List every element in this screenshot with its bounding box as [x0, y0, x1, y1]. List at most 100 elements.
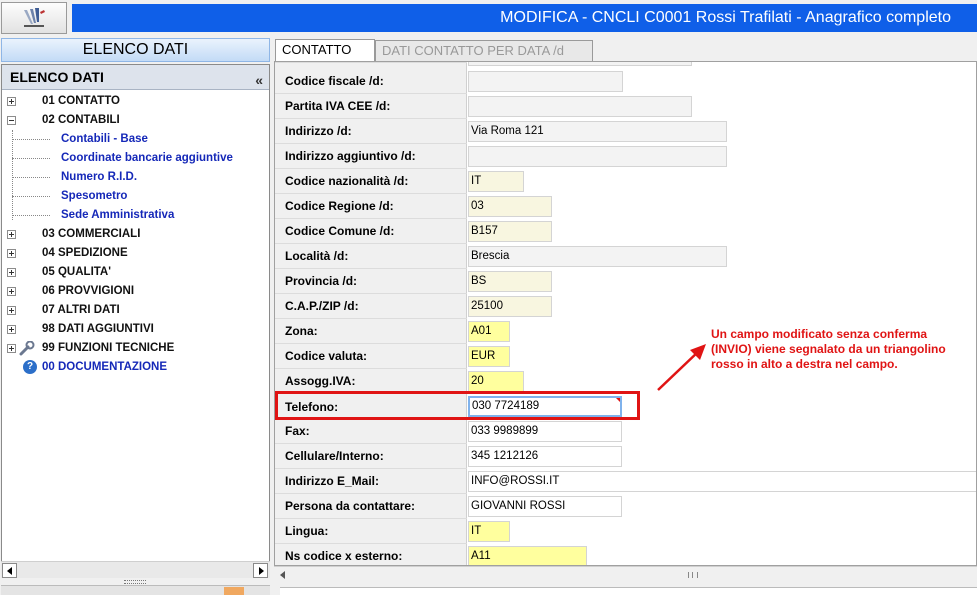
left-panel-header[interactable]: ELENCO DATI	[1, 38, 270, 62]
codice-nazionalita-field[interactable]: IT	[468, 171, 524, 192]
row-separator	[275, 518, 467, 519]
tree-item-label: 99 FUNZIONI TECNICHE	[42, 342, 175, 354]
tree-child-label: Coordinate bancarie aggiuntive	[61, 152, 233, 164]
arrow-left-icon	[7, 567, 12, 575]
field-label-indirizzo-aggiuntivo: Indirizzo aggiuntivo /d:	[285, 149, 416, 163]
tree-item-spedizione[interactable]: 04 SPEDIZIONE	[2, 244, 269, 263]
row-separator	[275, 293, 467, 294]
indirizzo-aggiuntivo-field[interactable]	[468, 146, 727, 167]
tree-item-qualita[interactable]: 05 QUALITA'	[2, 263, 269, 282]
provincia-field[interactable]: BS	[468, 271, 552, 292]
field-label-codice-regione: Codice Regione /d:	[285, 199, 394, 213]
row-separator	[275, 218, 467, 219]
app-logo-button[interactable]	[1, 2, 67, 34]
expand-icon[interactable]	[7, 97, 16, 106]
field-label-codice-valuta: Codice valuta:	[285, 349, 368, 363]
persona-contattare-field[interactable]: GIOVANNI ROSSI	[468, 496, 622, 517]
scroll-left-button[interactable]	[2, 563, 17, 578]
collapse-node-icon[interactable]	[7, 116, 16, 125]
field-label-provincia: Provincia /d:	[285, 274, 358, 288]
fax-field[interactable]: 033 9989899	[468, 421, 622, 442]
codice-comune-field[interactable]: B157	[468, 221, 552, 242]
tree-item-dati-aggiuntivi[interactable]: 98 DATI AGGIUNTIVI	[2, 320, 269, 339]
tree-item-label: 01 CONTATTO	[42, 95, 120, 107]
modified-indicator-icon	[615, 398, 620, 403]
assogg-iva-field[interactable]: 20	[468, 371, 524, 392]
tree-child-contabili-base[interactable]: Contabili - Base	[2, 130, 269, 149]
window-title: MODIFICA - CNCLI C0001 Rossi Trafilati -…	[72, 4, 977, 32]
codice-valuta-field[interactable]: EUR	[468, 346, 510, 367]
tree-child-numero-rid[interactable]: Numero R.I.D.	[2, 168, 269, 187]
tab-contatto[interactable]: CONTATTO	[275, 39, 375, 61]
tree-title-label: ELENCO DATI	[10, 69, 104, 85]
expand-icon[interactable]	[7, 230, 16, 239]
partita-iva-field[interactable]	[468, 96, 692, 117]
codice-regione-field[interactable]: 03	[468, 196, 552, 217]
indirizzo-field[interactable]: Via Roma 121	[468, 121, 727, 142]
row-separator	[275, 443, 467, 444]
arrow-right-icon	[259, 567, 264, 575]
tree-child-label: Contabili - Base	[61, 133, 148, 145]
tree-item-label: 98 DATI AGGIUNTIVI	[42, 323, 154, 335]
tree-item-funzioni-tecniche[interactable]: 99 FUNZIONI TECNICHE	[2, 339, 269, 358]
form-horizontal-scrollbar[interactable]	[274, 566, 977, 583]
expand-icon[interactable]	[7, 306, 16, 315]
app-logo-icon	[24, 8, 45, 27]
row-separator	[275, 118, 467, 119]
tree-item-label: 03 COMMERCIALI	[42, 228, 141, 240]
scrollbar-grip[interactable]	[688, 572, 698, 578]
lingua-field[interactable]: IT	[468, 521, 510, 542]
expand-icon[interactable]	[7, 268, 16, 277]
field-label-assogg-iva: Assogg.IVA:	[285, 374, 356, 388]
previous-field-box[interactable]	[468, 62, 692, 66]
splitter-grip[interactable]	[124, 580, 146, 584]
expand-icon[interactable]	[7, 287, 16, 296]
email-field[interactable]: INFO@ROSSI.IT	[468, 471, 976, 492]
expand-icon[interactable]	[7, 344, 16, 353]
tree-item-contatto[interactable]: 01 CONTATTO	[2, 92, 269, 111]
row-separator	[275, 268, 467, 269]
top-bar: MODIFICA - CNCLI C0001 Rossi Trafilati -…	[0, 0, 977, 36]
field-label-partita-iva: Partita IVA CEE /d:	[285, 99, 391, 113]
row-separator	[275, 493, 467, 494]
row-separator	[275, 62, 467, 63]
tree-item-commerciali[interactable]: 03 COMMERCIALI	[2, 225, 269, 244]
tree-title: ELENCO DATI «	[2, 65, 269, 90]
tree-child-sede-amministrativa[interactable]: Sede Amministrativa	[2, 206, 269, 225]
arrow-left-icon[interactable]	[280, 571, 285, 579]
tree-child-coordinate-bancarie[interactable]: Coordinate bancarie aggiuntive	[2, 149, 269, 168]
row-separator	[275, 193, 467, 194]
tree-child-spesometro[interactable]: Spesometro	[2, 187, 269, 206]
tree-child-label: Spesometro	[61, 190, 128, 202]
tree-item-label: 07 ALTRI DATI	[42, 304, 120, 316]
tree-item-label: 06 PROVVIGIONI	[42, 285, 135, 297]
zona-field[interactable]: A01	[468, 321, 510, 342]
tree-horizontal-scrollbar[interactable]	[1, 561, 270, 578]
tree-item-contabili[interactable]: 02 CONTABILI	[2, 111, 269, 130]
row-separator	[275, 93, 467, 94]
status-indicator	[224, 587, 244, 595]
localita-field[interactable]: Brescia	[468, 246, 727, 267]
tree-item-altri-dati[interactable]: 07 ALTRI DATI	[2, 301, 269, 320]
cellulare-field[interactable]: 345 1212126	[468, 446, 622, 467]
tree-item-label: 02 CONTABILI	[42, 114, 120, 126]
field-label-email: Indirizzo E_Mail:	[285, 474, 380, 488]
row-separator	[275, 343, 467, 344]
telefono-value: 030 7724189	[472, 400, 540, 412]
ns-codice-esterno-field[interactable]: A11	[468, 546, 587, 565]
cap-field[interactable]: 25100	[468, 296, 552, 317]
app-window: MODIFICA - CNCLI C0001 Rossi Trafilati -…	[0, 0, 977, 595]
contact-form: Codice fiscale /d: Partita IVA CEE /d: I…	[274, 61, 977, 566]
codice-fiscale-field[interactable]	[468, 71, 623, 92]
tree-child-label: Numero R.I.D.	[61, 171, 138, 183]
scroll-right-button[interactable]	[253, 563, 268, 578]
row-separator	[275, 143, 467, 144]
tree-item-provvigioni[interactable]: 06 PROVVIGIONI	[2, 282, 269, 301]
tab-dati-contatto-per-data[interactable]: DATI CONTATTO PER DATA /d	[375, 40, 593, 61]
row-separator	[275, 418, 467, 419]
expand-icon[interactable]	[7, 249, 16, 258]
collapse-icon[interactable]: «	[255, 68, 263, 93]
expand-icon[interactable]	[7, 325, 16, 334]
tree-item-documentazione[interactable]: ? 00 DOCUMENTAZIONE	[2, 358, 269, 377]
telefono-field[interactable]: 030 7724189	[468, 396, 622, 417]
